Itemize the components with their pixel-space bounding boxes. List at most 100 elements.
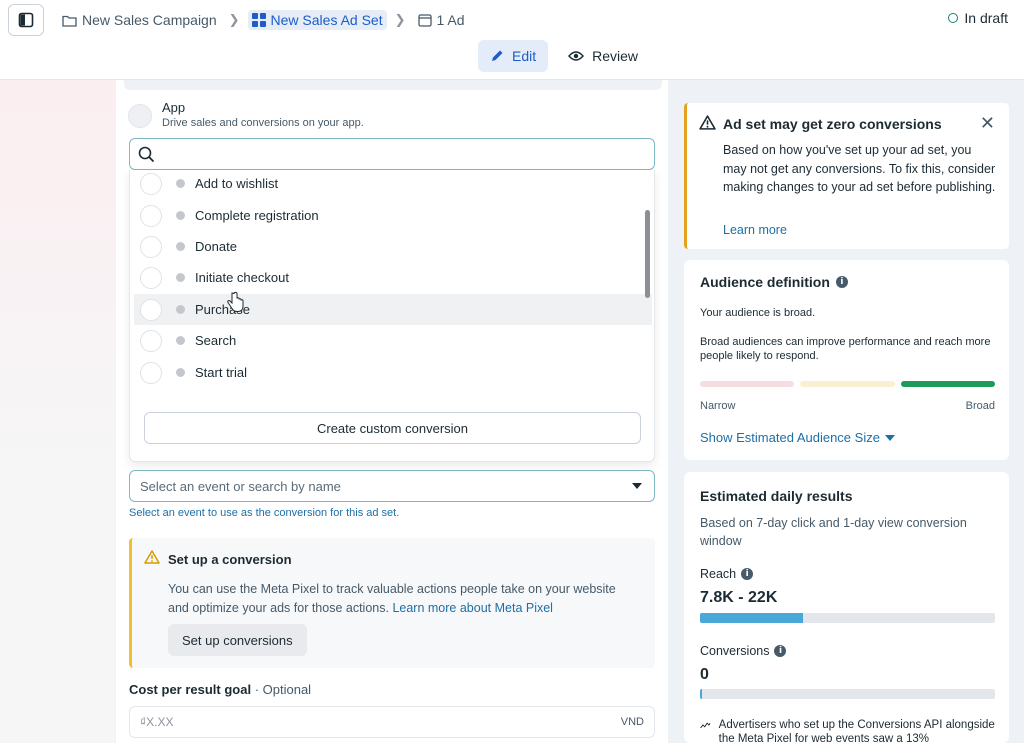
audience-definition-card: Audience definition i Your audience is b… [684,260,1009,460]
event-help-text: Select an event to use as the conversion… [129,507,400,519]
option-radio[interactable] [140,329,162,352]
crumb-campaign-label: New Sales Campaign [82,12,217,28]
status-label: In draft [964,10,1008,26]
crumb-ad-set[interactable]: New Sales Ad Set [247,10,387,30]
option-initiate-checkout[interactable]: Initiate checkout [134,262,652,293]
cost-goal-label: Cost per result goal · Optional [129,682,311,697]
option-radio[interactable] [140,235,162,258]
option-add-to-wishlist[interactable]: Add to wishlist [134,170,652,199]
option-label: Start trial [195,365,248,380]
caret-down-icon [884,434,895,441]
option-label: Search [195,333,237,348]
dropdown-scrollbar[interactable] [645,210,650,298]
currency-label: VND [620,716,644,728]
breadcrumb: New Sales Campaign ❯ New Sales Ad Set ❯ … [58,8,469,32]
estimates-title: Estimated daily results [700,488,853,504]
info-icon[interactable]: i [741,568,754,580]
folder-icon [62,15,77,27]
crumb-ad-label: 1 Ad [436,12,465,28]
crumb-ad-set-label: New Sales Ad Set [270,12,383,28]
meter-mid-segment [800,381,895,387]
event-select-placeholder: Select an event or search by name [140,478,341,494]
option-donate[interactable]: Donate [134,231,652,262]
caret-down-icon [632,483,642,489]
meter-narrow-segment [700,381,795,387]
info-icon[interactable]: i [835,276,848,288]
top-bar: New Sales Campaign ❯ New Sales Ad Set ❯ … [0,0,1024,80]
app-radio[interactable] [128,104,152,128]
review-label: Review [592,48,639,64]
reach-bar-fill [700,613,804,623]
option-complete-registration[interactable]: Complete registration [134,200,652,231]
audience-title: Audience definition i [700,274,848,290]
audience-detail: Broad audiences can improve performance … [700,336,991,362]
info-icon[interactable]: i [774,645,787,657]
option-radio[interactable] [140,172,162,195]
event-status-dot [176,211,185,220]
review-button[interactable]: Review [556,40,650,72]
conversion-event-select[interactable]: Select an event or search by name [129,470,655,502]
show-audience-size-link[interactable]: Show Estimated Audience Size [700,430,895,445]
setup-conversion-card: Set up a conversion You can use the Meta… [129,538,655,668]
setup-body: You can use the Meta Pixel to track valu… [168,580,638,618]
reach-bar [700,613,995,623]
option-radio[interactable] [140,298,162,321]
app-conversion-option[interactable]: App Drive sales and conversions on your … [128,100,364,129]
learn-more-link[interactable]: Learn more [723,223,787,237]
warning-icon [144,550,160,564]
cost-goal-title: Cost per result goal [129,682,252,697]
set-up-conversions-button[interactable]: Set up conversions [168,624,307,656]
mode-toggle: Edit Review [478,40,650,72]
estimated-results-card: Estimated daily results Based on 7-day c… [684,472,1009,743]
conversions-api-note: Advertisers who set up the Conversions A… [700,718,1009,743]
grid-icon [251,13,266,27]
meter-broad-segment [900,381,995,387]
chevron-right-icon: ❯ [394,12,406,27]
option-label: Donate [195,239,237,254]
cost-placeholder: ₫X.XX [140,715,174,729]
event-search-box[interactable] [129,138,655,170]
conversions-bar-fill [700,689,702,699]
event-status-dot [176,273,185,282]
app-option-description: Drive sales and conversions on your app. [162,117,364,129]
conversions-label: Conversions i [700,644,787,658]
zero-conversions-warning: Ad set may get zero conversions ✕ Based … [684,103,1009,249]
event-status-dot [176,179,185,188]
meta-pixel-link[interactable]: Learn more about Meta Pixel [392,601,553,615]
crumb-campaign[interactable]: New Sales Campaign [58,10,221,30]
create-custom-conversion-button[interactable]: Create custom conversion [144,412,641,444]
option-purchase[interactable]: Purchase [134,294,652,325]
footnote-text: Advertisers who set up the Conversions A… [718,719,995,743]
sidebar-toggle-button[interactable] [8,4,44,36]
option-label: Add to wishlist [195,176,279,191]
estimates-subtitle: Based on 7-day click and 1-day view conv… [700,516,967,548]
reach-label: Reach i [700,567,754,581]
setup-title: Set up a conversion [168,552,292,567]
option-search[interactable]: Search [134,325,652,356]
hand-cursor-icon [227,291,244,312]
option-radio[interactable] [140,204,162,227]
warning-body: Based on how you've set up your ad set, … [723,143,996,194]
event-dropdown: Add to wishlist Complete registration Do… [129,170,655,462]
event-status-dot [176,368,185,377]
conversions-value: 0 [700,666,709,683]
cost-goal-input[interactable]: ₫X.XX VND [129,706,655,738]
meter-broad-label: Broad [965,400,995,412]
close-icon[interactable]: ✕ [980,113,995,134]
option-radio[interactable] [140,266,162,289]
option-radio[interactable] [140,361,162,384]
option-label: Complete registration [195,208,319,223]
eye-icon [568,51,585,61]
event-search-input[interactable] [161,146,641,162]
trend-icon [700,722,711,729]
crumb-ad[interactable]: 1 Ad [414,10,469,30]
sidebar-icon [18,12,34,28]
audience-summary: Your audience is broad. [700,307,816,319]
conversions-label-text: Conversions [700,644,770,658]
search-icon [138,146,155,162]
edit-button[interactable]: Edit [478,40,549,72]
option-start-trial[interactable]: Start trial [134,357,652,388]
warning-title: Ad set may get zero conversions [723,116,942,132]
status-badge: In draft [948,10,1008,26]
ad-icon [417,13,432,27]
